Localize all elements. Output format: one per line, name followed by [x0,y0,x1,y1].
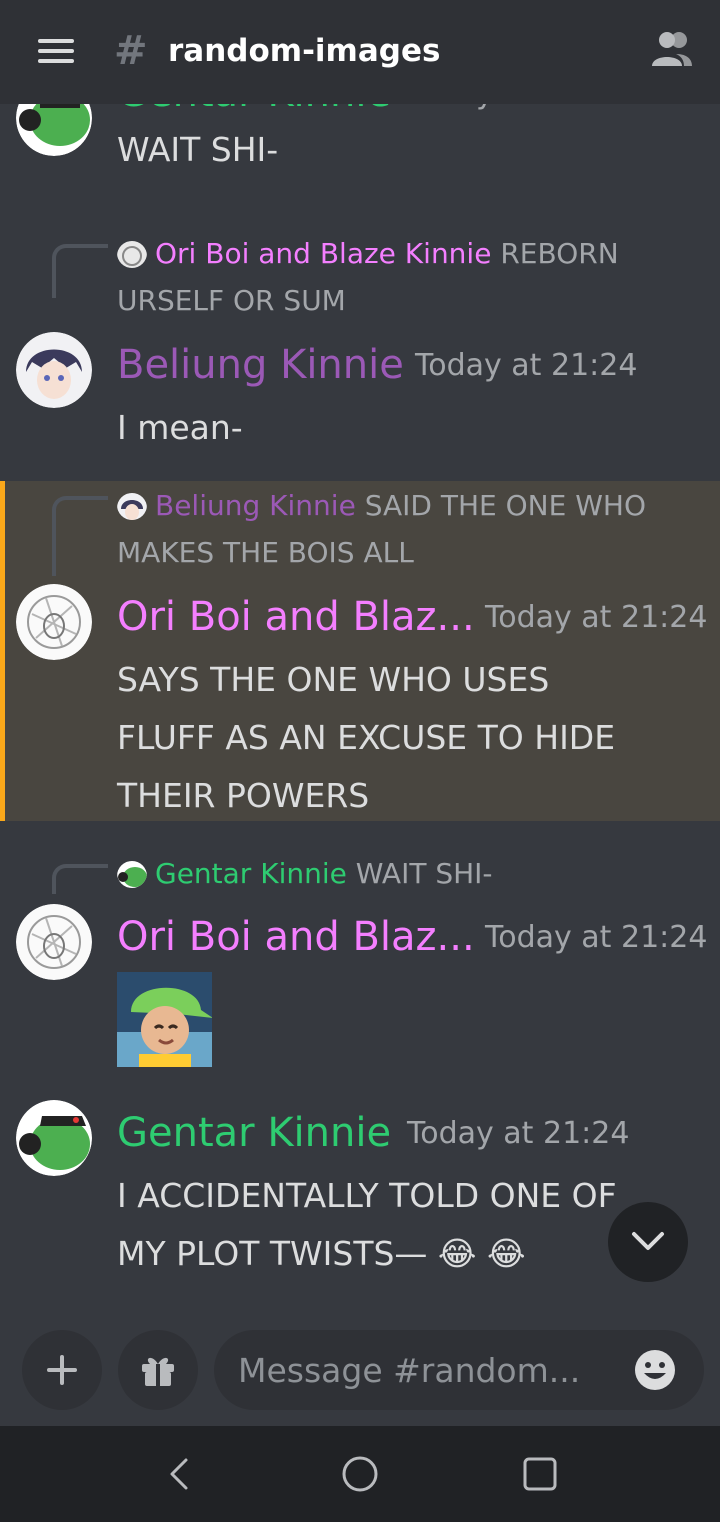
image-attachment[interactable] [117,972,212,1067]
message-author[interactable]: Gentar Kinnie [117,104,391,118]
reply-preview[interactable]: Ori Boi and Blaze Kinnie REBORN URSELF O… [117,230,677,324]
reply-author: Ori Boi and Blaze Kinnie [155,237,492,270]
message-timestamp: Today at 21:24 [485,920,708,955]
channel-title: random-images [168,33,441,69]
recents-icon[interactable] [520,1454,560,1494]
reply-avatar [117,858,147,888]
message-text: I mean- [117,408,243,447]
message-text: WAIT SHI- [117,130,279,169]
message-composer [0,1314,720,1426]
members-icon[interactable] [650,30,694,70]
reply-avatar [117,490,147,520]
add-attachment-button[interactable] [22,1330,102,1410]
message-text-line: THEIR POWERS [117,776,370,815]
avatar[interactable] [16,584,92,660]
reply-author: Gentar Kinnie [155,857,347,890]
avatar[interactable] [16,332,92,408]
system-navigation-bar [0,1426,720,1522]
jump-to-latest-button[interactable] [608,1202,688,1282]
message-text-line: FLUFF AS AN EXCUSE TO HIDE [117,718,616,757]
gift-button[interactable] [118,1330,198,1410]
back-icon[interactable] [160,1454,200,1494]
message-list[interactable]: Gentar Kinnie Today at 21:24 WAIT SHI- O… [0,104,720,1314]
reply-preview[interactable]: Gentar Kinnie WAIT SHI- [117,850,677,897]
emoji-icon[interactable] [634,1349,676,1391]
channel-header: # random-images [0,0,720,104]
message-timestamp: Today at 21:24 [415,348,638,383]
reply-preview[interactable]: Beliung Kinnie SAID THE ONE WHO MAKES TH… [117,482,677,576]
home-icon[interactable] [340,1454,380,1494]
reply-text: WAIT SHI- [355,857,493,890]
hash-icon: # [114,28,148,74]
reply-avatar [117,238,147,268]
chevron-down-icon [632,1232,664,1250]
gift-icon [142,1357,174,1386]
message-text-line: MY PLOT TWISTS— 😂 😂 [117,1234,526,1273]
message-author[interactable]: Gentar Kinnie [117,1108,391,1158]
reply-author: Beliung Kinnie [155,489,356,522]
reply-connector [52,244,108,298]
message-timestamp: Today at 21:24 [407,1116,630,1151]
message-timestamp: Today at 21:24 [407,104,629,114]
avatar[interactable] [16,904,92,980]
message-input[interactable] [238,1330,622,1410]
reply-connector [52,496,108,576]
reply-connector [52,864,108,894]
avatar[interactable] [16,104,92,156]
plus-icon [47,1355,77,1385]
message-text-line: I ACCIDENTALLY TOLD ONE OF [117,1176,617,1215]
message-author[interactable]: Ori Boi and Blaz... [117,592,475,642]
message-timestamp: Today at 21:24 [485,600,708,635]
message-text-line: SAYS THE ONE WHO USES [117,660,550,699]
menu-icon[interactable] [38,39,74,63]
message-author[interactable]: Beliung Kinnie [117,340,404,390]
message-input-wrapper [214,1330,704,1410]
avatar[interactable] [16,1100,92,1176]
message-author[interactable]: Ori Boi and Blaz... [117,912,475,962]
